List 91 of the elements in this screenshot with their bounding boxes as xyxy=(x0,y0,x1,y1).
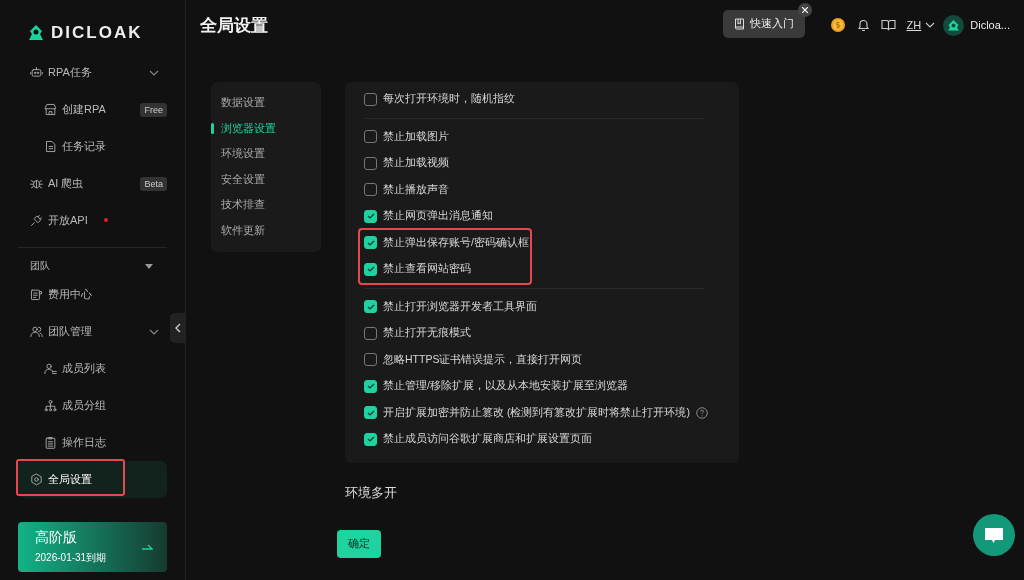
logo-text: DICLOAK xyxy=(51,22,143,43)
sidebar-item[interactable]: 操作日志 xyxy=(18,424,167,461)
user-list-icon xyxy=(44,362,57,375)
option-label: 禁止播放声音 xyxy=(383,182,449,197)
chevron-icon[interactable] xyxy=(149,328,159,335)
settings-nav-item[interactable]: 环境设置 xyxy=(211,141,321,167)
close-icon xyxy=(801,7,808,13)
settings-nav-item[interactable]: 软件更新 xyxy=(211,217,321,244)
option-label: 禁止网页弹出消息通知 xyxy=(383,209,493,224)
check-icon xyxy=(366,266,375,273)
settings-nav-item[interactable]: 数据设置 xyxy=(211,90,321,116)
bell-icon[interactable] xyxy=(856,18,870,32)
chat-bubble-icon xyxy=(984,526,1004,544)
plan-name: 高阶版 xyxy=(35,529,78,547)
option-label: 禁止成员访问谷歌扩展商店和扩展设置页面 xyxy=(383,432,592,447)
option-label: 禁止查看网站密码 xyxy=(383,262,471,277)
chevron-icon[interactable] xyxy=(149,69,159,76)
sidebar-item[interactable]: 成员列表 xyxy=(18,350,167,387)
sidebar-item[interactable]: 费用中心 xyxy=(18,276,167,313)
option-label: 禁止打开浏览器开发者工具界面 xyxy=(383,299,537,314)
checkbox[interactable] xyxy=(364,156,377,170)
caret-icon[interactable] xyxy=(145,263,153,269)
sidebar-item[interactable]: 任务记录 xyxy=(18,128,167,165)
document-icon xyxy=(44,140,57,153)
section-heading: 团队 xyxy=(30,259,50,273)
option-label: 禁止管理/移除扩展，以及从本地安装扩展至浏览器 xyxy=(383,379,628,394)
settings-nav-item[interactable]: 浏览器设置 xyxy=(211,115,321,142)
checkbox[interactable] xyxy=(364,209,377,223)
sidebar-item[interactable]: 成员分组 xyxy=(18,387,167,424)
avatar-icon[interactable] xyxy=(943,14,965,36)
checkbox[interactable] xyxy=(364,379,377,393)
checkbox[interactable] xyxy=(364,326,377,340)
settings-icon xyxy=(30,473,43,486)
receipt-icon xyxy=(30,288,43,301)
settings-nav-item[interactable]: 安全设置 xyxy=(211,166,321,193)
check-icon xyxy=(366,303,375,310)
confirm-button[interactable]: 确定 xyxy=(337,529,381,558)
check-icon xyxy=(366,383,375,390)
sidebar-item[interactable]: RPA任务 xyxy=(18,54,167,91)
collapse-handle[interactable] xyxy=(170,313,186,343)
checkbox[interactable] xyxy=(364,183,377,197)
check-icon xyxy=(366,239,375,246)
chevron-left-icon xyxy=(175,323,181,333)
close-button[interactable] xyxy=(797,3,812,17)
page-title: 全局设置 xyxy=(200,14,269,37)
option-label: 开启扩展加密并防止篡改 (检测到有篡改扩展时将禁止打开环境) xyxy=(383,405,690,420)
users-icon xyxy=(30,325,43,338)
check-icon xyxy=(366,436,375,443)
option-label: 忽略HTTPS证书错误提示，直接打开网页 xyxy=(383,352,583,367)
sidebar-item[interactable]: 创建RPA Free xyxy=(18,91,167,128)
checkbox[interactable] xyxy=(364,262,377,276)
open-book-icon[interactable] xyxy=(880,19,896,31)
settings-nav-item[interactable]: 技术排查 xyxy=(211,192,321,218)
bug-icon xyxy=(30,177,43,190)
sidebar-item[interactable]: AI 爬虫 Beta xyxy=(18,165,167,202)
option-label: 每次打开环境时，随机指纹 xyxy=(383,92,515,107)
check-icon xyxy=(366,409,375,416)
checkbox[interactable] xyxy=(364,92,377,106)
help-icon[interactable] xyxy=(695,406,708,419)
option-label: 禁止加载视频 xyxy=(383,156,449,171)
plan-expiry: 2026-01-31到期 xyxy=(35,551,108,565)
checkbox[interactable] xyxy=(364,236,377,250)
checkbox[interactable] xyxy=(364,130,377,144)
checkbox[interactable] xyxy=(364,353,377,367)
checkbox[interactable] xyxy=(364,432,377,446)
option-label: 禁止打开无痕模式 xyxy=(383,326,471,341)
tag-label: Free xyxy=(140,102,167,117)
store-icon xyxy=(44,103,57,116)
chat-button[interactable] xyxy=(973,514,1015,556)
section-heading: 环境多开 xyxy=(345,484,398,502)
logo-icon xyxy=(27,23,45,42)
robot-icon xyxy=(30,66,43,79)
sidebar-item[interactable]: 团队管理 xyxy=(18,313,167,350)
check-icon xyxy=(366,213,375,220)
user-name[interactable]: Dicloa... xyxy=(970,19,1010,31)
language-selector[interactable]: ZH xyxy=(906,19,922,31)
plan-card[interactable]: 高阶版 2026-01-31到期 xyxy=(18,522,167,572)
option-label: 禁止弹出保存账号/密码确认框 xyxy=(383,235,529,250)
clipboard-icon xyxy=(44,436,57,449)
book-icon xyxy=(733,18,745,30)
checkbox[interactable] xyxy=(364,300,377,314)
org-chart-icon xyxy=(44,399,57,412)
tag-label: Beta xyxy=(140,176,167,191)
quick-start-button[interactable]: 快速入门 xyxy=(722,10,805,38)
option-label: 禁止加载图片 xyxy=(383,129,449,144)
plug-icon xyxy=(30,214,43,227)
coin-icon[interactable] xyxy=(829,17,846,33)
checkbox[interactable] xyxy=(364,406,377,420)
sidebar-item[interactable]: 全局设置 xyxy=(18,461,167,498)
sidebar-item[interactable]: 开放API xyxy=(18,202,167,239)
chevron-down-icon[interactable] xyxy=(925,22,936,28)
